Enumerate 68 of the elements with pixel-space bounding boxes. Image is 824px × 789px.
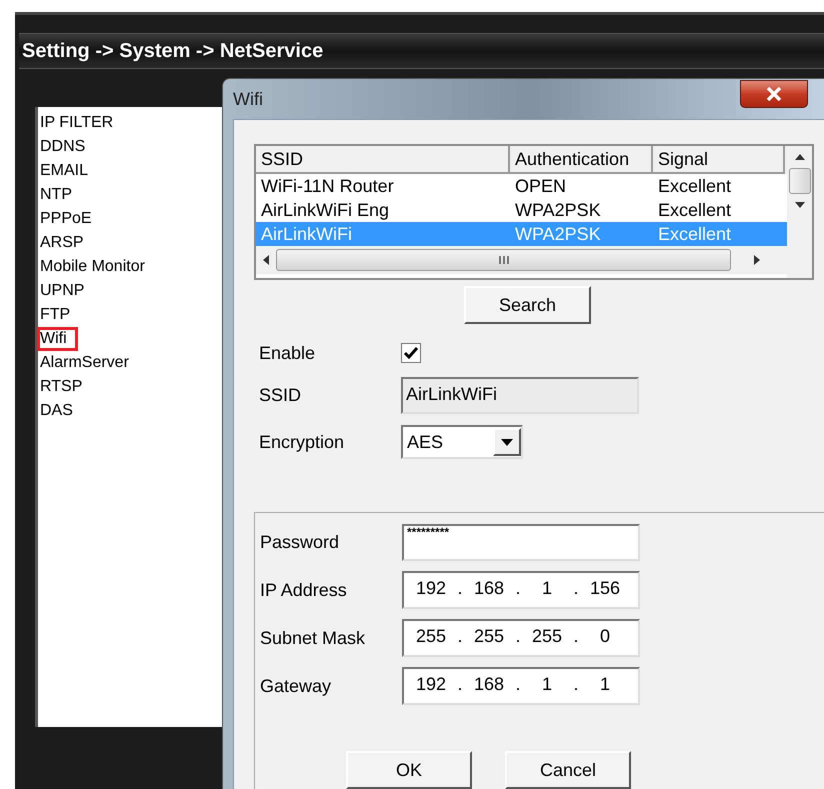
- octet: 156: [588, 577, 622, 600]
- network-row[interactable]: WiFi-11N Router OPEN Excellent: [256, 174, 787, 198]
- octet: 255: [530, 625, 564, 648]
- octet: 0: [598, 625, 611, 648]
- vertical-scrollbar[interactable]: [787, 146, 812, 278]
- dot-separator: .: [514, 625, 522, 648]
- dot-separator: .: [514, 577, 522, 600]
- scroll-right-icon[interactable]: [753, 255, 761, 265]
- table-cell-text: WPA2PSK: [514, 198, 602, 222]
- table-cell-text: AirLinkWiFi Eng: [260, 198, 390, 222]
- ip-address-field[interactable]: 192 . 168 . 1 . 156: [402, 571, 640, 609]
- dot-separator: .: [572, 625, 580, 648]
- service-item[interactable]: Wifi: [37, 327, 78, 351]
- octet: 192: [414, 673, 448, 696]
- octet: 255: [414, 625, 448, 648]
- column-header[interactable]: Signal: [653, 146, 785, 174]
- dot-separator: .: [456, 673, 464, 696]
- scroll-thumb[interactable]: [276, 249, 731, 271]
- dialog-button[interactable]: Cancel: [505, 751, 631, 789]
- dot-separator: .: [572, 577, 580, 600]
- octet: 1: [540, 577, 553, 600]
- dot-separator: .: [456, 625, 464, 648]
- check-icon: [404, 347, 418, 359]
- dialog-button[interactable]: OK: [346, 751, 472, 789]
- octet: 168: [472, 577, 506, 600]
- dot-separator: .: [514, 673, 522, 696]
- scroll-thumb[interactable]: [788, 168, 810, 194]
- enable-checkbox[interactable]: [401, 343, 421, 363]
- table-cell-text: WPA2PSK: [514, 222, 602, 246]
- octet: 1: [598, 673, 611, 696]
- ip-address-field[interactable]: 192 . 168 . 1 . 1: [402, 667, 640, 705]
- caret-icon: [501, 438, 513, 446]
- address-label: IP Address: [259, 578, 348, 602]
- table-cell-text: WiFi-11N Router: [260, 174, 395, 198]
- scroll-down-icon[interactable]: [794, 202, 804, 208]
- ssid-field[interactable]: AirLinkWiFi: [401, 376, 639, 414]
- enable-label: Enable: [258, 342, 316, 364]
- octet: 168: [472, 673, 506, 696]
- encryption-label: Encryption: [258, 430, 346, 454]
- octet: 1: [540, 673, 553, 696]
- breadcrumb: Setting -> System -> NetService: [22, 39, 324, 64]
- network-row[interactable]: AirLinkWiFi Eng WPA2PSK Excellent: [256, 198, 787, 222]
- encryption-dropdown[interactable]: AES: [401, 425, 523, 459]
- ssid-label: SSID: [258, 384, 302, 406]
- table-cell-text: OPEN: [514, 174, 568, 198]
- ip-address-field[interactable]: 255 . 255 . 255 . 0: [402, 619, 640, 657]
- table-cell-text: Excellent: [657, 174, 732, 198]
- address-label: Gateway: [259, 674, 332, 698]
- grip-icon: [498, 255, 510, 265]
- password-field[interactable]: *********: [402, 524, 640, 561]
- address-label: Subnet Mask: [259, 626, 366, 650]
- close-button[interactable]: [740, 80, 808, 108]
- password-label: Password: [259, 531, 340, 554]
- dot-separator: .: [572, 673, 580, 696]
- table-cell-text: Excellent: [657, 222, 732, 246]
- close-icon: [766, 87, 782, 101]
- table-cell-text: Excellent: [657, 198, 732, 222]
- dialog-title: Wifi: [233, 88, 263, 110]
- octet: 255: [472, 625, 506, 648]
- search-button[interactable]: Search: [464, 286, 591, 324]
- column-header[interactable]: Authentication: [510, 146, 653, 174]
- dot-separator: .: [456, 577, 464, 600]
- octet: 192: [414, 577, 448, 600]
- column-header[interactable]: SSID: [256, 146, 510, 174]
- horizontal-scrollbar[interactable]: [256, 246, 787, 274]
- scroll-left-icon[interactable]: [262, 255, 270, 265]
- scroll-up-icon[interactable]: [794, 154, 804, 160]
- table-cell-text: AirLinkWiFi: [260, 222, 354, 246]
